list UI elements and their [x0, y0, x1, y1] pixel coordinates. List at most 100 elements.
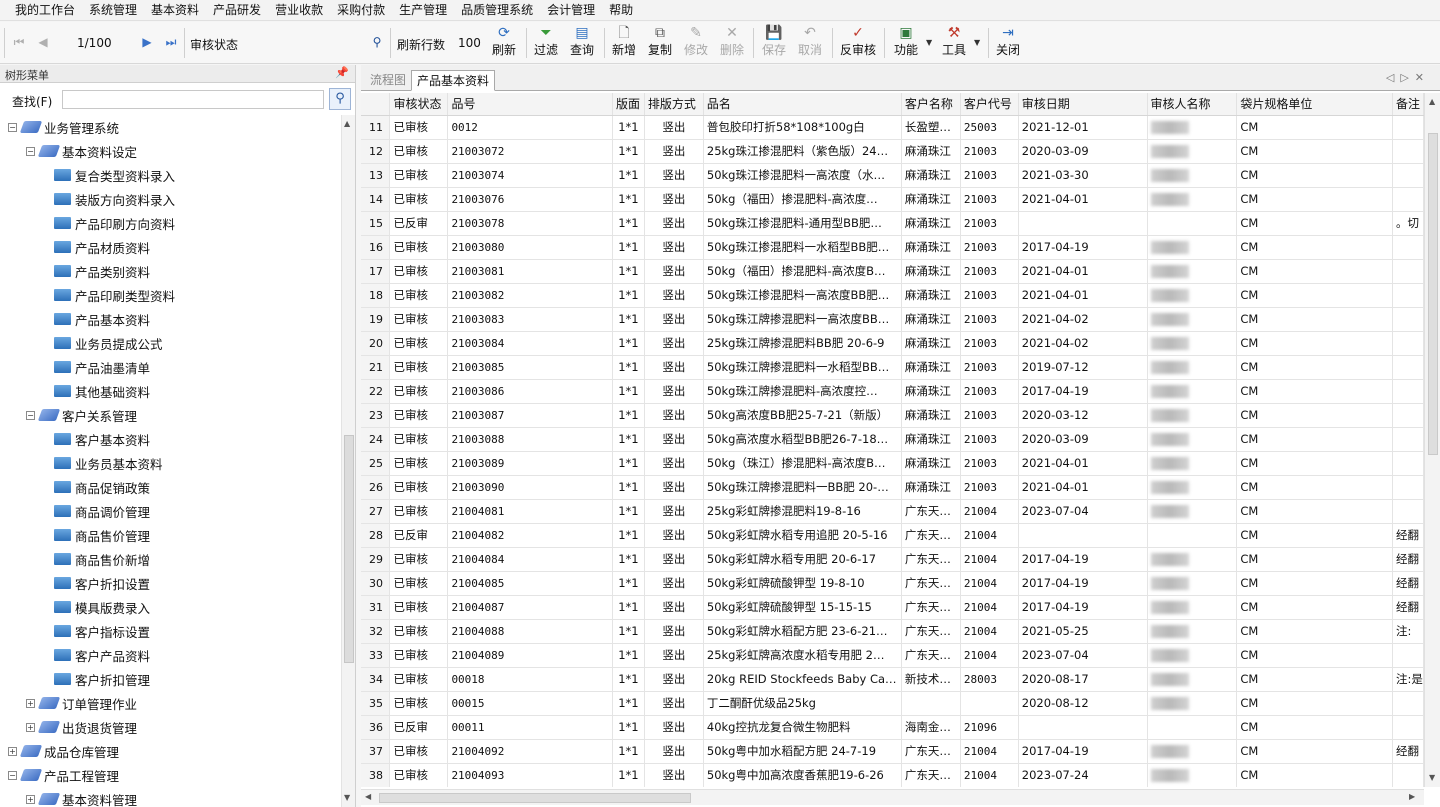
row-number[interactable]: 34 — [361, 667, 391, 692]
scroll-thumb[interactable] — [379, 793, 691, 803]
table-cell[interactable]: 1*1 — [612, 571, 645, 596]
table-row[interactable]: 32 已审核 21004088 1*1 竖出 50kg彩虹牌水稻配方肥 23-6-21… 广… — [361, 619, 1424, 644]
table-cell[interactable]: 21003 — [960, 235, 1019, 260]
table-cell[interactable]: CM — [1236, 187, 1394, 212]
table-cell[interactable] — [1018, 211, 1148, 236]
table-cell[interactable]: 21003086 — [447, 379, 613, 404]
table-cell[interactable] — [1147, 691, 1238, 716]
table-cell[interactable]: 1*1 — [612, 163, 645, 188]
table-cell[interactable]: 广东天… — [901, 643, 961, 668]
table-cell[interactable]: 50kg珠江牌掺混肥料-高浓度控… — [703, 379, 902, 404]
table-cell[interactable] — [1392, 115, 1424, 140]
table-row[interactable]: 12 已审核 21003072 1*1 竖出 25kg珠江掺混肥料（紫色版）24… 麻涌珠江… — [361, 139, 1424, 164]
menu-sales[interactable]: 营业收款 — [268, 1, 330, 20]
table-cell[interactable] — [1147, 403, 1238, 428]
table-cell[interactable]: 1*1 — [612, 499, 645, 524]
table-cell[interactable]: 麻涌珠江 — [901, 139, 961, 164]
modify-button[interactable]: ✎ 修改 — [682, 24, 710, 62]
table-row[interactable]: 37 已审核 21004092 1*1 竖出 50kg粤中加水稻配方肥 24-7-19 广东… — [361, 739, 1424, 764]
table-cell[interactable]: 已审核 — [389, 331, 449, 356]
table-cell[interactable]: 竖出 — [644, 643, 704, 668]
table-cell[interactable]: 已审核 — [389, 259, 449, 284]
collapse-icon[interactable]: − — [26, 410, 35, 420]
table-cell[interactable] — [1392, 451, 1424, 476]
tree-node[interactable]: 商品调价管理 — [54, 499, 150, 523]
table-cell[interactable]: 竖出 — [644, 427, 704, 452]
table-cell[interactable]: 0012 — [447, 115, 613, 140]
table-cell[interactable]: 25003 — [960, 115, 1019, 140]
tools-dropdown-icon[interactable]: ▼ — [974, 38, 980, 47]
table-row[interactable]: 18 已审核 21003082 1*1 竖出 50kg珠江掺混肥料一高浓度BB肥… 麻涌珠江… — [361, 283, 1424, 308]
table-cell[interactable]: 1*1 — [612, 763, 645, 787]
table-cell[interactable]: 竖出 — [644, 451, 704, 476]
table-cell[interactable]: 已审核 — [389, 643, 449, 668]
table-cell[interactable]: 竖出 — [644, 355, 704, 380]
tree-node[interactable]: 产品油墨清单 — [54, 355, 150, 379]
row-number[interactable]: 33 — [361, 643, 391, 668]
tree-node[interactable]: 客户折扣设置 — [54, 571, 150, 595]
table-cell[interactable] — [1392, 643, 1424, 668]
table-cell[interactable]: 1*1 — [612, 379, 645, 404]
table-cell[interactable]: 已审核 — [389, 739, 449, 764]
tree-node[interactable]: 产品印刷方向资料 — [54, 211, 175, 235]
table-cell[interactable]: 50kg彩虹牌水稻专用肥 20-6-17 — [703, 547, 902, 572]
table-cell[interactable]: CM — [1236, 643, 1394, 668]
table-cell[interactable]: 1*1 — [612, 739, 645, 764]
table-cell[interactable]: 21003084 — [447, 331, 613, 356]
table-cell[interactable] — [1392, 331, 1424, 356]
table-cell[interactable] — [1018, 523, 1148, 548]
table-cell[interactable]: 1*1 — [612, 139, 645, 164]
table-cell[interactable]: 1*1 — [612, 115, 645, 140]
table-cell[interactable]: 1*1 — [612, 619, 645, 644]
row-number[interactable]: 16 — [361, 235, 391, 260]
table-cell[interactable] — [1147, 427, 1238, 452]
tree-node[interactable]: 客户指标设置 — [54, 619, 150, 643]
table-cell[interactable]: 已审核 — [389, 355, 449, 380]
table-cell[interactable]: 2017-04-19 — [1018, 235, 1148, 260]
expand-icon[interactable]: + — [26, 794, 35, 804]
row-number[interactable]: 12 — [361, 139, 391, 164]
menu-basic-data[interactable]: 基本资料 — [144, 1, 206, 20]
function-button[interactable]: ▣ 功能 — [892, 24, 920, 62]
table-cell[interactable] — [1392, 715, 1424, 740]
table-row[interactable]: 11 已审核 0012 1*1 竖出 普包胶印打折58*108*100g白 长盈塑… 2500… — [361, 115, 1424, 140]
table-cell[interactable]: CM — [1236, 571, 1394, 596]
table-cell[interactable]: 2021-04-01 — [1018, 259, 1148, 284]
table-cell[interactable]: CM — [1236, 331, 1394, 356]
table-cell[interactable]: 注:是 — [1392, 667, 1424, 692]
table-cell[interactable]: 2017-04-19 — [1018, 547, 1148, 572]
collapse-icon[interactable]: − — [8, 122, 17, 132]
table-cell[interactable]: 21004089 — [447, 643, 613, 668]
table-cell[interactable]: 40kg控抗龙复合微生物肥料 — [703, 715, 902, 740]
table-cell[interactable]: 21003085 — [447, 355, 613, 380]
row-number[interactable]: 19 — [361, 307, 391, 332]
table-cell[interactable]: 1*1 — [612, 211, 645, 236]
table-cell[interactable]: 21003 — [960, 139, 1019, 164]
table-cell[interactable]: 21003081 — [447, 259, 613, 284]
table-row[interactable]: 20 已审核 21003084 1*1 竖出 25kg珠江牌掺混肥料BB肥 20-6-9 麻… — [361, 331, 1424, 356]
table-cell[interactable]: 21003 — [960, 475, 1019, 500]
table-cell[interactable]: 50kg（福田）掺混肥料-高浓度B… — [703, 259, 902, 284]
table-cell[interactable]: 21003078 — [447, 211, 613, 236]
tree-node[interactable]: 装版方向资料录入 — [54, 187, 175, 211]
table-cell[interactable]: 21004081 — [447, 499, 613, 524]
scroll-left-icon[interactable]: ◀ — [365, 792, 371, 801]
table-cell[interactable]: 1*1 — [612, 307, 645, 332]
table-cell[interactable]: 已审核 — [389, 235, 449, 260]
table-cell[interactable] — [1147, 499, 1238, 524]
table-cell[interactable] — [1147, 451, 1238, 476]
table-cell[interactable]: 50kg彩虹牌水稻配方肥 23-6-21… — [703, 619, 902, 644]
table-cell[interactable]: 2021-03-30 — [1018, 163, 1148, 188]
table-cell[interactable]: CM — [1236, 403, 1394, 428]
table-row[interactable]: 24 已审核 21003088 1*1 竖出 50kg高浓度水稻型BB肥26-7-18… 麻… — [361, 427, 1424, 452]
table-cell[interactable]: 21003083 — [447, 307, 613, 332]
table-cell[interactable]: 25kg珠江牌掺混肥料BB肥 20-6-9 — [703, 331, 902, 356]
table-cell[interactable]: 2021-04-02 — [1018, 307, 1148, 332]
table-cell[interactable]: CM — [1236, 451, 1394, 476]
table-cell[interactable]: CM — [1236, 715, 1394, 740]
table-cell[interactable]: 50kg彩虹牌水稻专用追肥 20-5-16 — [703, 523, 902, 548]
tools-button[interactable]: ⚒ 工具 — [940, 24, 968, 62]
table-cell[interactable]: 竖出 — [644, 691, 704, 716]
column-header[interactable] — [361, 93, 391, 116]
table-cell[interactable]: 竖出 — [644, 523, 704, 548]
